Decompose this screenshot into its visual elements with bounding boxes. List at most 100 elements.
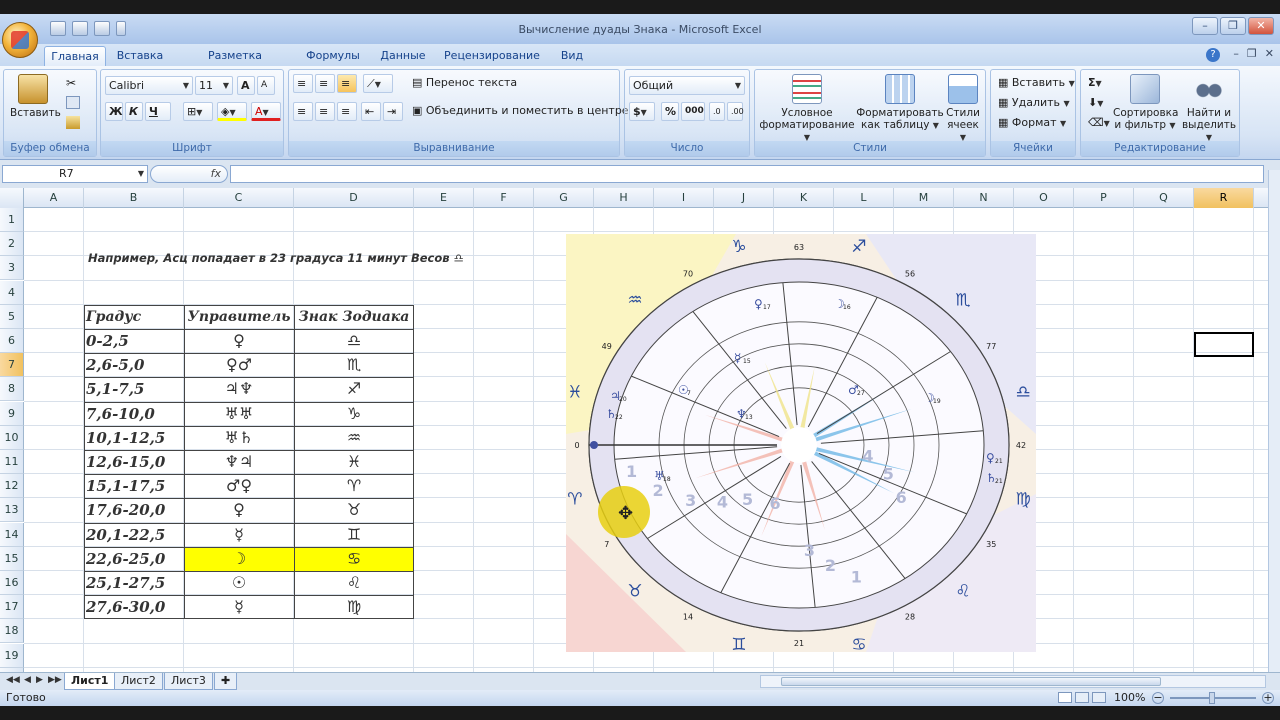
tab-formulas[interactable]: Формулы (300, 46, 366, 66)
sheet-tab-3[interactable]: Лист3 (164, 673, 213, 690)
restore-button[interactable]: ❐ (1220, 17, 1246, 35)
tab-page-layout[interactable]: Разметка страницы (178, 46, 292, 82)
row-header-1[interactable]: 1 (0, 208, 24, 232)
autosum-button[interactable]: Σ▼ (1085, 74, 1111, 93)
horizontal-scrollbar[interactable] (760, 675, 1266, 688)
row-header-10[interactable]: 10 (0, 425, 24, 450)
column-header-p[interactable]: P (1074, 188, 1134, 208)
column-header-m[interactable]: M (894, 188, 954, 208)
column-header-e[interactable]: E (414, 188, 474, 208)
currency-button[interactable]: $▼ (629, 102, 655, 121)
font-name-select[interactable]: Calibri ▼ (105, 76, 193, 95)
font-size-select[interactable]: 11 ▼ (195, 76, 233, 95)
row-header-13[interactable]: 13 (0, 498, 24, 523)
row-header-18[interactable]: 18 (0, 619, 24, 644)
underline-button[interactable]: Ч (145, 102, 171, 121)
number-format-select[interactable]: Общий ▼ (629, 76, 745, 95)
orientation-button[interactable]: ⟋▼ (363, 74, 393, 93)
row-header-2[interactable]: 2 (0, 232, 24, 257)
row-header-3[interactable]: 3 (0, 256, 24, 281)
help-icon[interactable]: ? (1206, 48, 1220, 62)
row-header-5[interactable]: 5 (0, 304, 24, 329)
column-header-n[interactable]: N (954, 188, 1014, 208)
insert-sheet-icon[interactable]: ✚ (214, 673, 238, 690)
row-header-6[interactable]: 6 (0, 329, 24, 353)
column-header-f[interactable]: F (474, 188, 534, 208)
wb-restore-icon[interactable]: ❐ (1247, 47, 1257, 60)
column-header-g[interactable]: G (534, 188, 594, 208)
fill-color-button[interactable]: ◈▼ (217, 102, 247, 121)
align-top-button[interactable]: ≡ (293, 74, 313, 93)
column-header-h[interactable]: H (594, 188, 654, 208)
format-painter-icon[interactable] (66, 116, 80, 129)
zoom-level[interactable]: 100% (1114, 690, 1145, 706)
font-color-button[interactable]: A▼ (251, 102, 281, 121)
page-break-view-icon[interactable] (1092, 692, 1106, 703)
selected-cell-r7[interactable] (1194, 332, 1254, 357)
align-center-button[interactable]: ≡ (315, 102, 335, 121)
column-header-o[interactable]: O (1014, 188, 1074, 208)
thousands-button[interactable]: 000 (681, 102, 705, 121)
borders-button[interactable]: ⊞▼ (183, 102, 213, 121)
wrap-text-button[interactable]: ▤ Перенос текста (409, 74, 521, 93)
last-sheet-icon[interactable]: ▶▶ (48, 675, 62, 685)
sheet-tab-1[interactable]: Лист1 (64, 673, 116, 690)
tab-view[interactable]: Вид (552, 46, 592, 66)
decrease-indent-button[interactable]: ⇤ (361, 102, 381, 121)
formula-input[interactable] (230, 165, 1264, 183)
row-header-8[interactable]: 8 (0, 377, 24, 402)
align-middle-button[interactable]: ≡ (315, 74, 335, 93)
shrink-font-button[interactable]: A (257, 76, 275, 95)
decrease-decimal-button[interactable]: .00 (727, 102, 744, 121)
minimize-button[interactable]: – (1192, 17, 1218, 35)
horizontal-scroll-thumb[interactable] (781, 677, 1161, 686)
row-header-16[interactable]: 16 (0, 571, 24, 595)
row-header-17[interactable]: 17 (0, 595, 24, 620)
column-header-j[interactable]: J (714, 188, 774, 208)
column-header-i[interactable]: I (654, 188, 714, 208)
column-header-b[interactable]: B (84, 188, 184, 208)
copy-icon[interactable] (66, 96, 80, 109)
column-header-a[interactable]: A (24, 188, 84, 208)
column-header-r[interactable]: R (1194, 188, 1254, 208)
name-box[interactable]: R7 ▼ (2, 165, 148, 183)
wb-minimize-icon[interactable]: – (1233, 47, 1239, 60)
vertical-scrollbar[interactable] (1268, 170, 1280, 672)
zoom-out-icon[interactable]: − (1152, 692, 1164, 704)
column-header-c[interactable]: C (184, 188, 294, 208)
zoom-slider-thumb[interactable] (1209, 692, 1215, 704)
cut-icon[interactable]: ✂ (66, 76, 80, 90)
cell-styles-button[interactable]: Стили ячеек ▼ (943, 74, 983, 144)
row-header-12[interactable]: 12 (0, 474, 24, 499)
row-header-11[interactable]: 11 (0, 450, 24, 474)
conditional-formatting-button[interactable]: Условное форматирование ▼ (759, 74, 855, 144)
first-sheet-icon[interactable]: ◀◀ (6, 675, 20, 685)
row-header-7[interactable]: 7 (0, 353, 24, 378)
sort-filter-button[interactable]: Сортировка и фильтр ▼ (1113, 74, 1178, 132)
example-note[interactable]: Например, Асц попадает в 23 градуса 11 м… (88, 246, 464, 270)
grow-font-button[interactable]: A (237, 76, 255, 95)
bold-button[interactable]: Ж (105, 102, 123, 121)
tab-data[interactable]: Данные (374, 46, 432, 66)
fill-button[interactable]: ⬇▼ (1085, 94, 1111, 113)
page-layout-view-icon[interactable] (1075, 692, 1089, 703)
row-header-15[interactable]: 15 (0, 546, 24, 571)
next-sheet-icon[interactable]: ▶ (36, 675, 43, 685)
align-left-button[interactable]: ≡ (293, 102, 313, 121)
find-select-button[interactable]: Найти и выделить ▼ (1179, 74, 1239, 144)
select-all-corner[interactable] (0, 188, 24, 208)
increase-decimal-button[interactable]: .0 (709, 102, 725, 121)
wb-close-icon[interactable]: ✕ (1265, 47, 1274, 60)
clear-button[interactable]: ⌫▼ (1085, 114, 1111, 133)
row-header-19[interactable]: 19 (0, 643, 24, 668)
sheet-tab-2[interactable]: Лист2 (114, 673, 163, 690)
tab-home[interactable]: Главная (44, 46, 106, 66)
prev-sheet-icon[interactable]: ◀ (24, 675, 31, 685)
close-button[interactable]: ✕ (1248, 17, 1274, 35)
percent-button[interactable]: % (661, 102, 679, 121)
column-header-k[interactable]: K (774, 188, 834, 208)
column-header-q[interactable]: Q (1134, 188, 1194, 208)
merge-center-button[interactable]: ▣ Объединить и поместить в центре ▼ (409, 102, 638, 121)
zoom-in-icon[interactable]: + (1262, 692, 1274, 704)
increase-indent-button[interactable]: ⇥ (383, 102, 403, 121)
